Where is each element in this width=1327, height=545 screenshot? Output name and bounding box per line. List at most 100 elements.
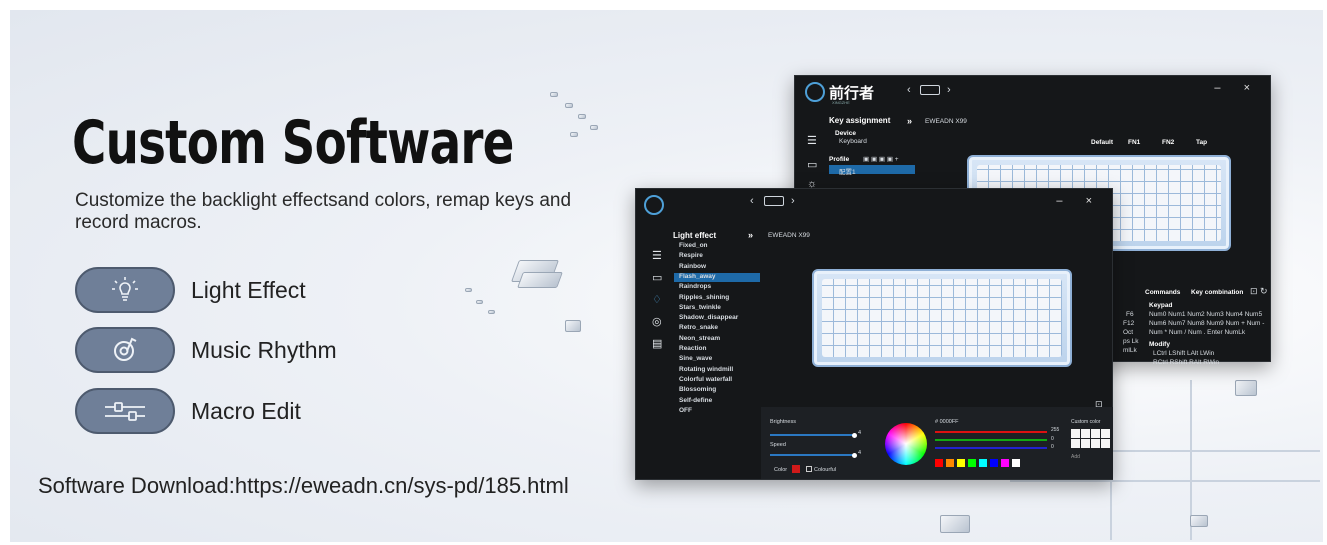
- save-icon[interactable]: ⊡ ↻: [1250, 286, 1268, 297]
- description: Customize the backlight effectsand color…: [75, 190, 572, 233]
- section-title: Light effect: [673, 231, 717, 240]
- chip-graphic: [565, 103, 573, 108]
- effect-settings-panel: Brightness 4 Speed 4 Color Colourful # 0…: [761, 407, 1113, 479]
- logo-icon: [644, 195, 664, 215]
- chip-graphic: [1235, 380, 1257, 396]
- preset-swatch[interactable]: [979, 459, 987, 467]
- tab-commands[interactable]: Commands: [1145, 289, 1180, 296]
- red-value[interactable]: 255: [1051, 427, 1059, 433]
- profile-actions-icon[interactable]: ▣ ▣ ▣ ▣ +: [863, 155, 899, 163]
- preset-swatch[interactable]: [968, 459, 976, 467]
- speed-label: Speed: [770, 442, 786, 448]
- layer-tab[interactable]: Tap: [1196, 139, 1207, 146]
- layer-tab[interactable]: Default: [1091, 139, 1113, 146]
- logo-icon: [805, 82, 825, 102]
- tab-key-combination[interactable]: Key combination: [1191, 289, 1243, 296]
- effect-item[interactable]: Flash_away: [679, 273, 716, 280]
- blue-channel-slider[interactable]: [935, 447, 1047, 449]
- feature-label: Macro Edit: [191, 397, 301, 424]
- macro-tab-icon[interactable]: ▤: [652, 337, 662, 350]
- hex-value[interactable]: # 0000FF: [935, 419, 959, 425]
- chip-graphic: [565, 320, 581, 332]
- light-effect-window: ‹ › – × Light effect » EWEADN X99 ☰ ▭ ♢ …: [635, 188, 1113, 480]
- custom-color-slot[interactable]: [1091, 439, 1100, 448]
- profile-label: Profile: [829, 156, 850, 163]
- speed-slider[interactable]: [770, 452, 857, 458]
- modify-title: Modify: [1149, 341, 1170, 348]
- settings-icon[interactable]: ☰: [807, 134, 817, 147]
- feature-label: Light Effect: [191, 276, 306, 303]
- keyboard-tab-icon[interactable]: ▭: [807, 158, 817, 171]
- settings-icon[interactable]: ☰: [652, 249, 662, 262]
- next-arrow-icon[interactable]: ›: [791, 195, 795, 207]
- color-swatch[interactable]: [792, 465, 800, 473]
- chip-graphic: [488, 310, 495, 314]
- brightness-slider[interactable]: [770, 432, 857, 438]
- bulb-tab-icon[interactable]: ♢: [652, 293, 662, 306]
- window-controls[interactable]: – ×: [1056, 195, 1102, 207]
- effect-item[interactable]: Rainbow: [679, 263, 706, 270]
- preset-swatch[interactable]: [935, 459, 943, 467]
- prev-arrow-icon[interactable]: ‹: [750, 195, 754, 207]
- effect-item[interactable]: OFF: [679, 407, 692, 414]
- effect-item[interactable]: Reaction: [679, 345, 706, 352]
- layer-tab[interactable]: FN2: [1162, 139, 1174, 146]
- preset-swatch[interactable]: [946, 459, 954, 467]
- effect-item[interactable]: Sine_wave: [679, 355, 712, 362]
- chip-graphic: [590, 125, 598, 130]
- download-link-text[interactable]: Software Download:https://eweadn.cn/sys-…: [38, 473, 569, 499]
- chevron-right-icon: »: [907, 116, 913, 126]
- effect-item[interactable]: Neon_stream: [679, 335, 720, 342]
- prev-arrow-icon[interactable]: ‹: [907, 84, 911, 96]
- effect-item[interactable]: Ripples_shining: [679, 294, 729, 301]
- effect-item[interactable]: Colorful waterfall: [679, 376, 732, 383]
- keypad-row: Num0 Num1 Num2 Num3 Num4 Num5: [1149, 311, 1263, 318]
- music-tab-icon[interactable]: ◎: [652, 315, 662, 328]
- left-key: ps Lk: [1123, 338, 1139, 345]
- next-arrow-icon[interactable]: ›: [947, 84, 951, 96]
- speed-value: 4: [858, 450, 862, 456]
- layer-tab[interactable]: FN1: [1128, 139, 1140, 146]
- preset-swatch[interactable]: [1001, 459, 1009, 467]
- keypad-row: Num * Num / Num . Enter NumLk: [1149, 329, 1246, 336]
- add-color-button[interactable]: Add: [1071, 454, 1080, 460]
- keyboard-icon: [764, 196, 784, 206]
- blue-value[interactable]: 0: [1051, 444, 1054, 450]
- effect-item[interactable]: Blossoming: [679, 386, 716, 393]
- chip-graphic: [940, 515, 970, 533]
- page-title: Custom Software: [72, 108, 514, 178]
- keypad-row: Num6 Num7 Num8 Num9 Num + Num -: [1149, 320, 1265, 327]
- keyboard-preview[interactable]: [812, 269, 1072, 367]
- effect-item[interactable]: Respire: [679, 252, 703, 259]
- bulb-icon: [75, 267, 175, 313]
- preset-swatch[interactable]: [990, 459, 998, 467]
- left-key: F6: [1126, 311, 1134, 318]
- effect-item[interactable]: Fixed_on: [679, 242, 708, 249]
- preset-swatch[interactable]: [1012, 459, 1020, 467]
- chip-graphic: [476, 300, 483, 304]
- effect-item[interactable]: Raindrops: [679, 283, 711, 290]
- color-wheel[interactable]: [885, 423, 927, 465]
- device-value: Keyboard: [839, 138, 867, 145]
- preset-swatches[interactable]: [935, 459, 1025, 467]
- green-channel-slider[interactable]: [935, 439, 1047, 441]
- keyboard-tab-icon[interactable]: ▭: [652, 271, 662, 284]
- effect-item[interactable]: Retro_snake: [679, 324, 718, 331]
- custom-color-slot[interactable]: [1081, 429, 1090, 438]
- profile-item[interactable]: 配置1: [839, 166, 856, 176]
- window-controls[interactable]: – ×: [1214, 82, 1260, 94]
- preset-swatch[interactable]: [957, 459, 965, 467]
- custom-color-slot[interactable]: [1071, 439, 1080, 448]
- custom-color-slot[interactable]: [1101, 439, 1110, 448]
- effect-item[interactable]: Rotating windmill: [679, 366, 733, 373]
- effect-item[interactable]: Stars_twinkle: [679, 304, 721, 311]
- custom-color-slot[interactable]: [1101, 429, 1110, 438]
- colorful-checkbox[interactable]: [806, 466, 812, 472]
- red-channel-slider[interactable]: [935, 431, 1047, 433]
- green-value[interactable]: 0: [1051, 436, 1054, 442]
- custom-color-slot[interactable]: [1071, 429, 1080, 438]
- effect-item[interactable]: Self-define: [679, 397, 712, 404]
- custom-color-slot[interactable]: [1081, 439, 1090, 448]
- custom-color-slot[interactable]: [1091, 429, 1100, 438]
- effect-item[interactable]: Shadow_disappear: [679, 314, 738, 321]
